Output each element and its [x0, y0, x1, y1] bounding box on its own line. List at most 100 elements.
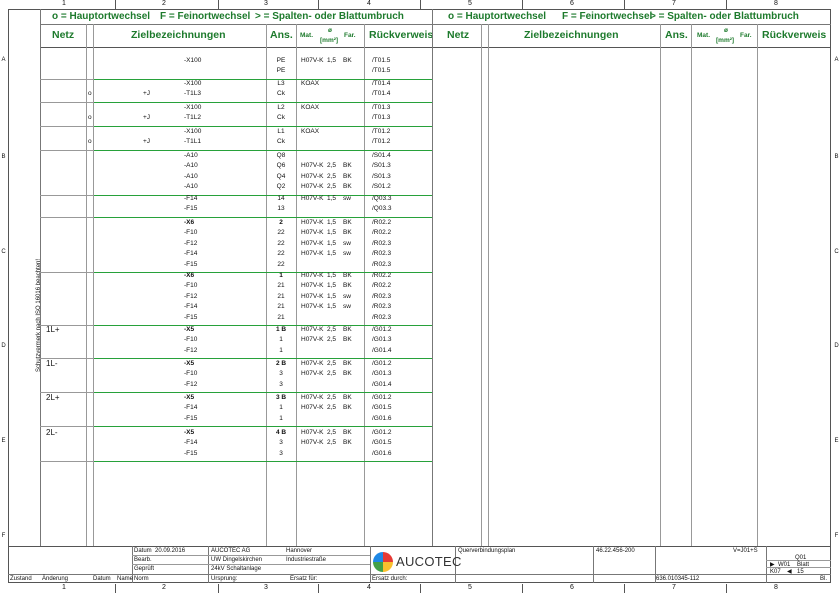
cross-reference: /G01.3 — [372, 336, 392, 344]
target-designation: -F15 — [184, 205, 198, 213]
material: H07V-K — [301, 404, 324, 412]
color: BK — [343, 429, 352, 436]
row-letter: F — [1, 533, 6, 539]
terminal: L2 — [277, 104, 285, 111]
cross-reference: /G01.3 — [372, 370, 392, 378]
target-designation: -A10 — [184, 172, 198, 180]
target-designation: -A10 — [184, 152, 198, 159]
cross-reference: /S01.3 — [372, 172, 391, 180]
terminal: Ck — [277, 138, 285, 146]
tb-ersatz-durch: Ersatz durch: — [372, 576, 408, 582]
terminal: Q2 — [276, 183, 286, 191]
col-diam-right: ø — [724, 27, 728, 34]
material: KOAX — [301, 80, 320, 87]
cross-reference: /G01.6 — [372, 414, 392, 422]
terminal: 21 — [277, 303, 285, 311]
cross-section: 2,5 — [327, 360, 337, 367]
target-designation: -F14 — [184, 195, 198, 202]
tb-location: V=J01+S — [733, 548, 758, 554]
tb-back-icon: ◀ — [787, 569, 792, 575]
cross-section: 2,5 — [327, 183, 337, 191]
material: H07V-K — [301, 239, 324, 247]
target-designation: -A10 — [184, 162, 198, 170]
target-designation: -F12 — [184, 239, 198, 247]
terminal: Ck — [277, 90, 285, 98]
cross-reference: /T01.2 — [372, 138, 391, 146]
target-designation: -A10 — [184, 183, 198, 191]
block-separator-netz — [40, 149, 93, 151]
target-designation: -X5 — [184, 360, 195, 367]
column-number-top: 3 — [264, 0, 268, 7]
material: H07V-K — [301, 360, 324, 367]
row-letter: D — [1, 343, 6, 349]
tb-arrow-icon: ▶ — [770, 562, 775, 568]
column-number-top: 7 — [672, 0, 676, 7]
target-designation: -F10 — [184, 336, 198, 344]
cross-section: 2,5 — [327, 394, 337, 401]
column-number-top: 5 — [468, 0, 472, 7]
color: BK — [343, 183, 352, 191]
terminal: Ck — [277, 114, 285, 122]
terminal: 1 — [279, 414, 283, 422]
material: H07V-K — [301, 229, 324, 237]
tb-ersatz-fuer: Ersatz für: — [290, 576, 318, 582]
tb-bearb-label: Bearb. — [134, 557, 152, 563]
column-number-top: 4 — [367, 0, 371, 7]
tb-blatt: Blatt — [797, 562, 810, 568]
aucotec-logo-icon — [373, 552, 393, 572]
legend-haupt: o = Hauptortwechsel — [52, 11, 151, 22]
cross-reference: /R02.2 — [372, 282, 392, 290]
material: H07V-K — [301, 336, 324, 344]
color: BK — [343, 272, 352, 279]
column-number-bot: 7 — [672, 584, 676, 591]
material: H07V-K — [301, 394, 324, 401]
terminal: 3 — [279, 439, 283, 447]
target-prefix: +J — [143, 90, 151, 98]
color: BK — [343, 162, 352, 170]
column-number-bot: 3 — [264, 584, 268, 591]
tb-project1: UW Dingelskirchen — [211, 557, 263, 563]
target-designation: -F12 — [184, 292, 198, 300]
row-letter: B — [834, 154, 839, 160]
protection-note: Schutzvermerk nach ISO 16016 beachten! — [36, 258, 42, 372]
target-designation: -F14 — [184, 439, 198, 447]
tb-q01: Q01 — [795, 555, 807, 561]
column-number-top: 6 — [570, 0, 574, 7]
target-prefix: +J — [143, 114, 151, 122]
column-number-bot: 8 — [774, 584, 778, 591]
legend-fein-right: F = Feinortwechsel — [562, 11, 653, 22]
terminal: PE — [276, 67, 286, 75]
terminal: 22 — [277, 260, 285, 268]
row-letter: E — [834, 438, 839, 444]
row-letter: B — [1, 154, 6, 160]
netz-label: 1L- — [46, 359, 58, 368]
target-designation: -T1L1 — [184, 138, 201, 146]
cross-section: 2,5 — [327, 429, 337, 436]
color: BK — [343, 394, 352, 401]
target-designation: -T1L2 — [184, 114, 201, 122]
material: KOAX — [301, 104, 320, 111]
column-number-bot: 4 — [367, 584, 371, 591]
col-ziel-right: Zielbezeichnungen — [524, 29, 619, 41]
netz-label: 2L+ — [46, 393, 60, 402]
terminal: 1 — [279, 336, 283, 344]
target-designation: -X5 — [184, 429, 195, 436]
tb-project2: 24kV Schaltanlage — [211, 566, 262, 572]
terminal: 22 — [277, 239, 285, 247]
target-designation: -T1L3 — [184, 90, 201, 98]
cross-reference: /G01.2 — [372, 429, 392, 436]
terminal: 3 — [279, 449, 283, 457]
location-change-marker: o — [88, 138, 92, 146]
target-prefix: +J — [143, 138, 151, 146]
cross-reference: /G01.5 — [372, 404, 392, 412]
block-separator-netz — [40, 461, 93, 463]
terminal: L3 — [277, 80, 285, 87]
color: sw — [343, 292, 351, 300]
col-mat: Mat. — [300, 32, 313, 39]
cross-reference: /R02.3 — [372, 260, 392, 268]
cross-section: 2,5 — [327, 404, 337, 412]
cross-section: 2,5 — [327, 439, 337, 447]
material: H07V-K — [301, 250, 324, 258]
material: H07V-K — [301, 429, 324, 436]
target-designation: -F14 — [184, 250, 198, 258]
